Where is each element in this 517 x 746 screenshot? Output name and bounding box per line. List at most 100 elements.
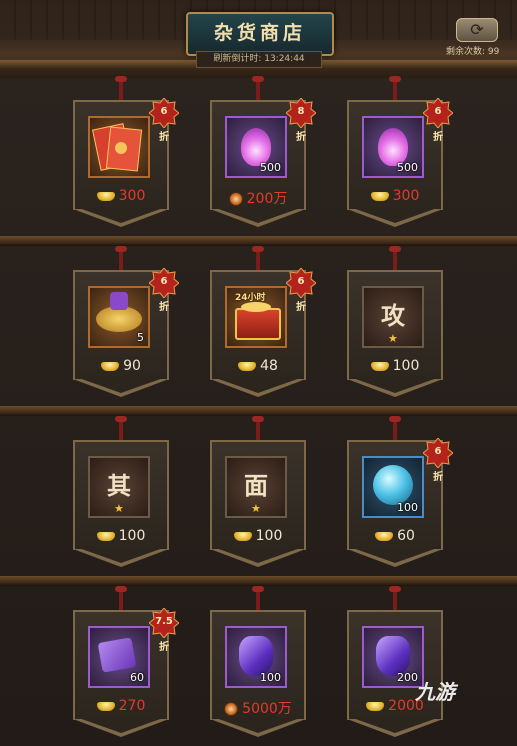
duration-tag: 24小时 (235, 293, 266, 303)
treasure-chest-icon[interactable]: 24小时 (225, 286, 287, 348)
watermark: 九游 (415, 680, 455, 704)
star-icon: ★ (251, 502, 261, 515)
discount-value: 6 (434, 446, 442, 457)
hanging-rope (389, 246, 401, 270)
discount-unit: 折 (433, 132, 443, 143)
discount-value: 6 (160, 276, 168, 287)
hanging-rope (252, 246, 264, 270)
discount-unit: 折 (159, 132, 169, 143)
gold-ingot-icon (370, 361, 389, 371)
item-price: 100 (347, 358, 443, 374)
gold-ingot-icon (96, 531, 115, 541)
shelf-beam (0, 576, 517, 586)
shop-item[interactable]: 100 5000万 (210, 586, 306, 740)
price-value: 60 (397, 528, 415, 544)
discount-value: 6 (160, 106, 168, 117)
rune-char-icon[interactable]: 其 ★ (88, 456, 150, 518)
blue-orb-icon[interactable]: 100 (362, 456, 424, 518)
discount-badge: 6折 (149, 98, 179, 143)
discount-badge: 6折 (423, 438, 453, 483)
hanging-rope (389, 76, 401, 100)
item-quantity: 500 (260, 161, 281, 174)
gold-ingot-icon (366, 701, 385, 711)
hanging-rope (389, 416, 401, 440)
red-envelope-icon[interactable] (88, 116, 150, 178)
shelf-beam (0, 406, 517, 416)
gold-ingot-icon (96, 191, 115, 201)
copper-coin-icon (224, 702, 239, 716)
discount-badge: 6折 (286, 268, 316, 313)
price-value: 100 (255, 528, 283, 544)
rune-char-icon[interactable]: 攻 ★ (362, 286, 424, 348)
hanging-rope (115, 416, 127, 440)
item-quantity: 60 (130, 671, 144, 684)
purple-gem-icon[interactable]: 100 (225, 626, 287, 688)
price-value: 300 (392, 188, 420, 204)
item-price: 90 (73, 358, 169, 374)
item-quantity: 5 (137, 331, 144, 344)
gold-ingot-icon (370, 191, 389, 201)
shop-item[interactable]: 300 6 折 (73, 76, 179, 230)
refresh-icon: ⟳ (470, 20, 484, 39)
shop-item[interactable]: 面 ★ 100 (210, 416, 306, 570)
hanging-rope (115, 586, 127, 610)
discount-value: 8 (297, 106, 305, 117)
hanging-rope (252, 76, 264, 100)
item-quantity: 100 (397, 501, 418, 514)
price-value: 48 (260, 358, 278, 374)
shop-item[interactable]: 500 200万 8 折 (210, 76, 316, 230)
gold-ingot-icon (101, 361, 120, 371)
puzzle-loot-icon[interactable]: 5 (88, 286, 150, 348)
hanging-rope (115, 246, 127, 270)
discount-value: 6 (434, 106, 442, 117)
price-value: 90 (123, 358, 141, 374)
discount-badge: 6折 (149, 268, 179, 313)
refresh-countdown: 刷新倒计时: 13:24:44 (196, 51, 322, 68)
purple-puzzle-icon[interactable]: 60 (88, 626, 150, 688)
copper-coin-icon (228, 192, 243, 206)
hanging-rope (252, 586, 264, 610)
hanging-rope (115, 76, 127, 100)
shop-title-plate: 杂货商店 (186, 12, 334, 56)
shop-item[interactable]: 500 300 6 折 (347, 76, 453, 230)
shop-item[interactable]: 100 60 6 折 (347, 416, 453, 570)
rune-char-icon[interactable]: 面 ★ (225, 456, 287, 518)
refresh-button[interactable]: ⟳ (456, 18, 498, 42)
star-icon: ★ (388, 332, 398, 345)
gold-ingot-icon (375, 531, 394, 541)
item-price: 200万 (210, 188, 306, 208)
discount-badge: 6折 (423, 98, 453, 143)
discount-unit: 折 (296, 302, 306, 313)
shop-item[interactable]: 60 270 7.5 折 (73, 586, 179, 740)
discount-unit: 折 (159, 302, 169, 313)
discount-value: 7.5 (155, 616, 173, 627)
item-price: 5000万 (210, 698, 306, 718)
shelf-beam (0, 236, 517, 246)
price-value: 100 (118, 528, 146, 544)
item-price: 60 (347, 528, 443, 544)
shop-item[interactable]: 5 90 6 折 (73, 246, 179, 400)
item-price: 100 (73, 528, 169, 544)
gold-ingot-icon (233, 531, 252, 541)
shop-title: 杂货商店 (213, 22, 306, 44)
price-value: 300 (118, 188, 146, 204)
discount-unit: 折 (296, 132, 306, 143)
hanging-rope (252, 416, 264, 440)
hanging-rope (389, 586, 401, 610)
discount-badge: 8折 (286, 98, 316, 143)
discount-badge: 7.5 折 (149, 608, 179, 653)
price-value: 5000万 (242, 701, 292, 717)
remaining-refreshes: 剩余次数: 99 (446, 47, 500, 57)
discount-unit: 折 (159, 642, 169, 653)
gold-ingot-icon (96, 701, 115, 711)
shop-item[interactable]: 200 2000 (347, 586, 443, 740)
item-quantity: 100 (260, 671, 281, 684)
item-price: 100 (210, 528, 306, 544)
shop-item[interactable]: 攻 ★ 100 (347, 246, 443, 400)
discount-value: 6 (297, 276, 305, 287)
shop-item[interactable]: 其 ★ 100 (73, 416, 169, 570)
shop-item[interactable]: 24小时 48 6 折 (210, 246, 316, 400)
purple-flame-icon[interactable]: 500 (362, 116, 424, 178)
purple-flame-icon[interactable]: 500 (225, 116, 287, 178)
gold-ingot-icon (238, 361, 257, 371)
